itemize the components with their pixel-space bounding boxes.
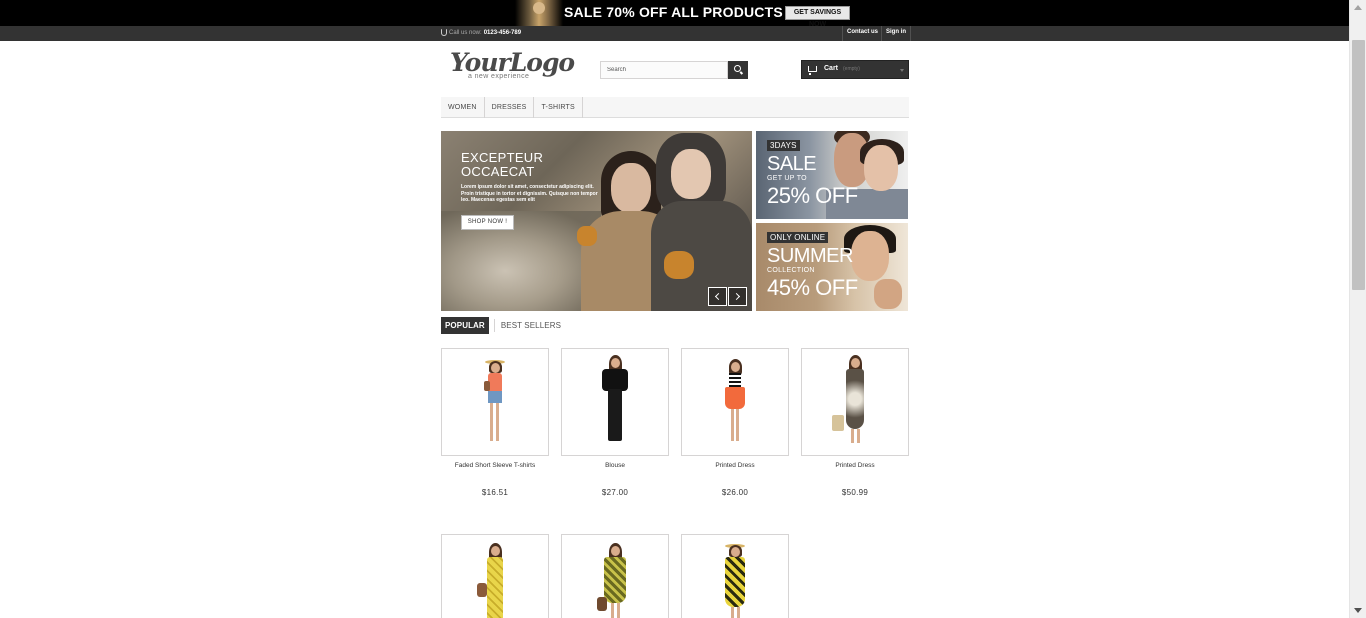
tab-popular[interactable]: POPULAR: [441, 317, 489, 334]
slider-heading-line2: OCCAECAT: [461, 164, 535, 179]
banner-model-image: [515, 0, 563, 26]
promo-discount: 45% OFF: [767, 275, 858, 300]
promo-subtitle: GET UP TO: [767, 175, 807, 182]
slider-heading-line1: EXCEPTEUR: [461, 150, 544, 165]
product-name[interactable]: Printed Dress: [681, 462, 789, 469]
call-label: Call us now:: [449, 29, 482, 36]
product-card[interactable]: [561, 534, 669, 618]
shop-now-button[interactable]: SHOP NOW !: [461, 215, 514, 230]
get-savings-button[interactable]: GET SAVINGS NOW: [785, 6, 850, 28]
cart-button[interactable]: Cart (empty): [801, 60, 909, 79]
tab-divider: [493, 319, 495, 332]
product-tabs: POPULAR BEST SELLERS: [441, 317, 563, 334]
product-name[interactable]: Printed Dress: [801, 462, 909, 469]
promo-summer-banner[interactable]: ONLY ONLINE SUMMER COLLECTION 45% OFF: [756, 223, 908, 311]
product-card[interactable]: Printed Dress $50.99: [801, 348, 909, 497]
sign-in-link[interactable]: Sign in: [881, 26, 911, 41]
product-image[interactable]: [681, 348, 789, 456]
promo-title: SUMMER: [767, 245, 853, 267]
phone-icon: [441, 29, 447, 36]
slider-heading: EXCEPTEUR OCCAECAT: [461, 151, 543, 179]
product-image[interactable]: [681, 534, 789, 618]
product-image[interactable]: [801, 348, 909, 456]
site-logo[interactable]: YourLogo a new experience: [450, 50, 575, 84]
product-card[interactable]: [441, 534, 549, 618]
product-image[interactable]: [561, 534, 669, 618]
search-input[interactable]: [600, 61, 728, 79]
promo-tag: 3DAYS: [767, 140, 800, 151]
main-menu: WOMEN DRESSES T-SHIRTS: [441, 97, 909, 118]
slider-body-text: Lorem ipsum dolor sit amet, consectetur …: [461, 184, 598, 203]
slider-mitten: [577, 226, 597, 246]
top-bar: Call us now: 0123-456-789 Contact us Sig…: [0, 26, 1349, 41]
contact-us-link[interactable]: Contact us: [842, 26, 882, 41]
cart-label: Cart: [824, 65, 839, 72]
product-card[interactable]: [681, 534, 789, 618]
cart-icon: [808, 66, 817, 75]
slider-next-button[interactable]: [728, 287, 747, 306]
promo-sale-banner[interactable]: 3DAYS SALE GET UP TO 25% OFF: [756, 131, 908, 219]
promo-discount: 25% OFF: [767, 183, 858, 208]
product-price: $16.51: [481, 488, 509, 497]
product-card[interactable]: Blouse $27.00: [561, 348, 669, 497]
vertical-scrollbar[interactable]: [1349, 0, 1366, 618]
slider-mitten: [664, 251, 694, 279]
product-card[interactable]: Printed Dress $26.00: [681, 348, 789, 497]
tab-best-sellers[interactable]: BEST SELLERS: [499, 317, 563, 334]
product-name[interactable]: Blouse: [561, 462, 669, 469]
scrollbar-thumb[interactable]: [1352, 40, 1365, 290]
product-image[interactable]: [441, 348, 549, 456]
cart-status: (empty): [843, 66, 860, 72]
product-image[interactable]: [441, 534, 549, 618]
logo-tagline: a new experience: [468, 73, 530, 80]
product-name[interactable]: Faded Short Sleeve T-shirts: [441, 462, 549, 469]
scroll-up-icon[interactable]: [1354, 5, 1362, 10]
page: SALE 70% OFF ALL PRODUCTS GET SAVINGS NO…: [0, 0, 1366, 618]
product-price: $50.99: [841, 488, 869, 497]
search-icon: [734, 65, 741, 72]
menu-item-tshirts[interactable]: T-SHIRTS: [534, 97, 583, 118]
menu-item-dresses[interactable]: DRESSES: [485, 97, 535, 118]
scroll-down-icon[interactable]: [1354, 608, 1362, 613]
search-form: [600, 61, 748, 79]
product-image[interactable]: [561, 348, 669, 456]
chevron-right-icon: [732, 292, 741, 301]
phone-number: 0123-456-789: [483, 29, 522, 36]
promo-tag: ONLY ONLINE: [767, 232, 829, 243]
search-button[interactable]: [728, 61, 748, 79]
banner-sale-text: SALE 70% OFF ALL PRODUCTS: [564, 4, 783, 20]
promo-banner[interactable]: SALE 70% OFF ALL PRODUCTS GET SAVINGS NO…: [0, 0, 1349, 28]
product-price: $26.00: [721, 488, 749, 497]
chevron-down-icon: [900, 69, 904, 72]
product-card[interactable]: Faded Short Sleeve T-shirts $16.51: [441, 348, 549, 497]
home-slider: EXCEPTEUR OCCAECAT Lorem ipsum dolor sit…: [441, 131, 752, 311]
menu-item-women[interactable]: WOMEN: [441, 97, 485, 118]
phone-info: Call us now: 0123-456-789: [441, 29, 521, 36]
slider-prev-button[interactable]: [708, 287, 727, 306]
product-price: $27.00: [601, 488, 629, 497]
promo-subtitle: COLLECTION: [767, 267, 815, 274]
chevron-left-icon: [714, 292, 723, 301]
slider-model-right: [651, 131, 752, 311]
promo-title: SALE: [767, 153, 817, 175]
